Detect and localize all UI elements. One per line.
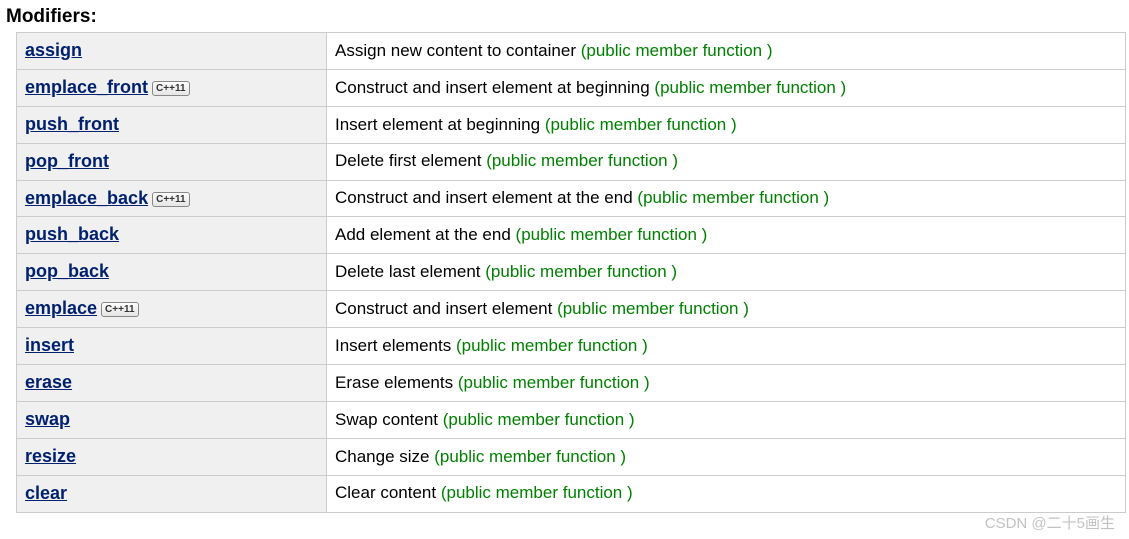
table-row: push_back Add element at the end (public … (17, 217, 1126, 254)
function-link-push_front[interactable]: push_front (25, 114, 119, 134)
function-desc-text: Insert element at beginning (335, 115, 545, 134)
table-row: emplace_front C++11 Construct and insert e… (17, 69, 1126, 106)
function-desc-cell: Add element at the end (public member fu… (327, 217, 1126, 254)
function-desc-text: Construct and insert element at beginnin… (335, 78, 654, 97)
table-row: pop_front Delete first element (public me… (17, 143, 1126, 180)
function-desc-text: Delete last element (335, 262, 485, 281)
function-name-cell: push_front (17, 106, 327, 143)
function-desc-text: Construct and insert element (335, 299, 557, 318)
function-link-pop_back[interactable]: pop_back (25, 261, 109, 281)
function-desc-cell: Construct and insert element at beginnin… (327, 69, 1126, 106)
function-annotation: (public member function ) (637, 188, 829, 207)
function-annotation: (public member function ) (441, 483, 633, 502)
function-desc-cell: Insert element at beginning (public memb… (327, 106, 1126, 143)
table-row: emplace C++11 Construct and insert element… (17, 291, 1126, 328)
table-row: emplace_back C++11 Construct and insert el… (17, 180, 1126, 217)
function-name-cell: assign (17, 33, 327, 70)
function-link-swap[interactable]: swap (25, 409, 70, 429)
function-link-resize[interactable]: resize (25, 446, 76, 466)
function-desc-cell: Delete first element (public member func… (327, 143, 1126, 180)
function-annotation: (public member function ) (654, 78, 846, 97)
function-annotation: (public member function ) (434, 447, 626, 466)
function-link-erase[interactable]: erase (25, 372, 72, 392)
function-desc-text: Change size (335, 447, 434, 466)
table-row: swap Swap content (public member function… (17, 401, 1126, 438)
function-desc-text: Construct and insert element at the end (335, 188, 637, 207)
function-name-cell: pop_back (17, 254, 327, 291)
table-row: pop_back Delete last element (public memb… (17, 254, 1126, 291)
function-desc-cell: Change size (public member function ) (327, 438, 1126, 475)
function-name-cell: emplace_front C++11 (17, 69, 327, 106)
function-link-insert[interactable]: insert (25, 335, 74, 355)
function-link-emplace_front[interactable]: emplace_front (25, 77, 148, 97)
function-desc-cell: Swap content (public member function ) (327, 401, 1126, 438)
function-desc-text: Clear content (335, 483, 441, 502)
function-desc-cell: Erase elements (public member function ) (327, 365, 1126, 402)
function-name-cell: erase (17, 365, 327, 402)
table-row: insert Insert elements (public member fun… (17, 328, 1126, 365)
function-desc-cell: Construct and insert element (public mem… (327, 291, 1126, 328)
function-desc-text: Swap content (335, 410, 443, 429)
function-desc-cell: Construct and insert element at the end … (327, 180, 1126, 217)
watermark: CSDN @二十5画生 (985, 512, 1115, 533)
cpp11-badge-icon: C++11 (152, 81, 189, 96)
table-row: clear Clear content (public member functi… (17, 475, 1126, 512)
function-desc-cell: Insert elements (public member function … (327, 328, 1126, 365)
function-annotation: (public member function ) (458, 373, 650, 392)
function-desc-text: Assign new content to container (335, 41, 581, 60)
cpp11-badge-icon: C++11 (101, 302, 138, 317)
function-link-clear[interactable]: clear (25, 483, 67, 503)
function-link-assign[interactable]: assign (25, 40, 82, 60)
function-annotation: (public member function ) (557, 299, 749, 318)
function-annotation: (public member function ) (486, 151, 678, 170)
function-name-cell: emplace C++11 (17, 291, 327, 328)
function-annotation: (public member function ) (545, 115, 737, 134)
function-desc-text: Erase elements (335, 373, 458, 392)
function-annotation: (public member function ) (581, 41, 773, 60)
function-annotation: (public member function ) (516, 225, 708, 244)
table-row: resize Change size (public member functio… (17, 438, 1126, 475)
function-name-cell: push_back (17, 217, 327, 254)
function-desc-cell: Delete last element (public member funct… (327, 254, 1126, 291)
cpp11-badge-icon: C++11 (152, 192, 189, 207)
table-row: push_front Insert element at beginning (p… (17, 106, 1126, 143)
function-name-cell: swap (17, 401, 327, 438)
table-row: assign Assign new content to container (p… (17, 33, 1126, 70)
function-name-cell: resize (17, 438, 327, 475)
function-name-cell: pop_front (17, 143, 327, 180)
function-link-push_back[interactable]: push_back (25, 224, 119, 244)
function-annotation: (public member function ) (456, 336, 648, 355)
function-desc-cell: Clear content (public member function ) (327, 475, 1126, 512)
function-desc-text: Add element at the end (335, 225, 516, 244)
function-desc-cell: Assign new content to container (public … (327, 33, 1126, 70)
function-desc-text: Insert elements (335, 336, 456, 355)
modifiers-table: assign Assign new content to container (p… (16, 32, 1126, 513)
function-annotation: (public member function ) (485, 262, 677, 281)
function-name-cell: clear (17, 475, 327, 512)
function-link-emplace_back[interactable]: emplace_back (25, 188, 148, 208)
function-link-pop_front[interactable]: pop_front (25, 151, 109, 171)
function-link-emplace[interactable]: emplace (25, 298, 97, 318)
table-row: erase Erase elements (public member funct… (17, 365, 1126, 402)
function-annotation: (public member function ) (443, 410, 635, 429)
function-desc-text: Delete first element (335, 151, 486, 170)
function-name-cell: emplace_back C++11 (17, 180, 327, 217)
function-name-cell: insert (17, 328, 327, 365)
section-title: Modifiers: (4, 6, 1125, 28)
